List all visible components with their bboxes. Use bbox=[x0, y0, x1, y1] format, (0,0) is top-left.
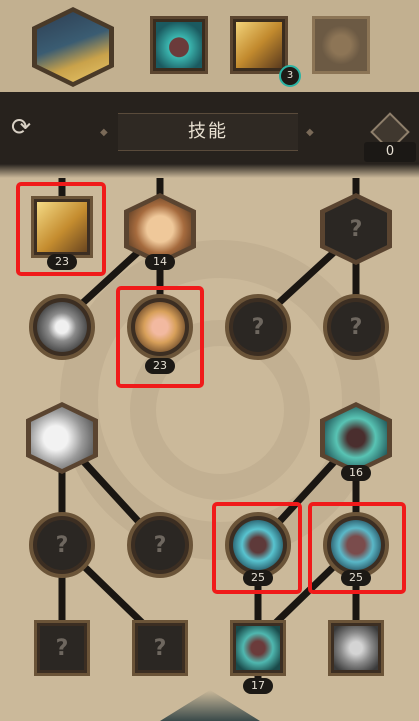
skill-level-label: 14 bbox=[145, 254, 175, 270]
teal-spikes-icon bbox=[325, 407, 387, 469]
skill-locked-circle-node[interactable]: ? bbox=[127, 512, 193, 578]
locked-node-face: ? bbox=[37, 520, 87, 570]
locked-question-icon: ? bbox=[153, 532, 167, 558]
skill-locked-circle-node[interactable]: ? bbox=[29, 512, 95, 578]
silver-fan-icon bbox=[31, 407, 93, 469]
highlight-box bbox=[16, 182, 106, 276]
skill-shuriken-node[interactable] bbox=[29, 294, 95, 360]
locked-node-face: ? bbox=[331, 302, 381, 352]
skill-tree-connections bbox=[58, 178, 360, 690]
locked-node-face: ? bbox=[325, 198, 387, 260]
highlight-box bbox=[212, 502, 302, 594]
locked-node-face: ? bbox=[233, 302, 283, 352]
skill-locked-circle-node[interactable]: ? bbox=[225, 294, 291, 360]
highlight-box bbox=[116, 286, 204, 388]
skill-locked-square-node[interactable]: ? bbox=[34, 620, 90, 676]
skill-locked-square-node[interactable]: ? bbox=[132, 620, 188, 676]
golden-rock-icon bbox=[129, 198, 191, 260]
locked-node-face: ? bbox=[40, 626, 84, 670]
locked-node-face: ? bbox=[135, 520, 185, 570]
skill-level-label: 17 bbox=[243, 678, 273, 694]
locked-question-icon: ? bbox=[251, 314, 265, 340]
locked-question-icon: ? bbox=[55, 635, 69, 661]
grey-rubble-icon bbox=[334, 626, 378, 670]
locked-question-icon: ? bbox=[349, 216, 363, 242]
skill-locked-circle-node[interactable]: ? bbox=[323, 294, 389, 360]
skill-teal-totem-node[interactable] bbox=[230, 620, 286, 676]
skill-grey-rubble-node[interactable] bbox=[328, 620, 384, 676]
skill-level-label: 16 bbox=[341, 465, 371, 481]
locked-question-icon: ? bbox=[55, 532, 69, 558]
highlight-box bbox=[308, 502, 406, 594]
teal-totem-icon bbox=[236, 626, 280, 670]
locked-node-face: ? bbox=[138, 626, 182, 670]
locked-question-icon: ? bbox=[153, 635, 167, 661]
locked-question-icon: ? bbox=[349, 314, 363, 340]
shuriken-icon bbox=[37, 302, 87, 352]
